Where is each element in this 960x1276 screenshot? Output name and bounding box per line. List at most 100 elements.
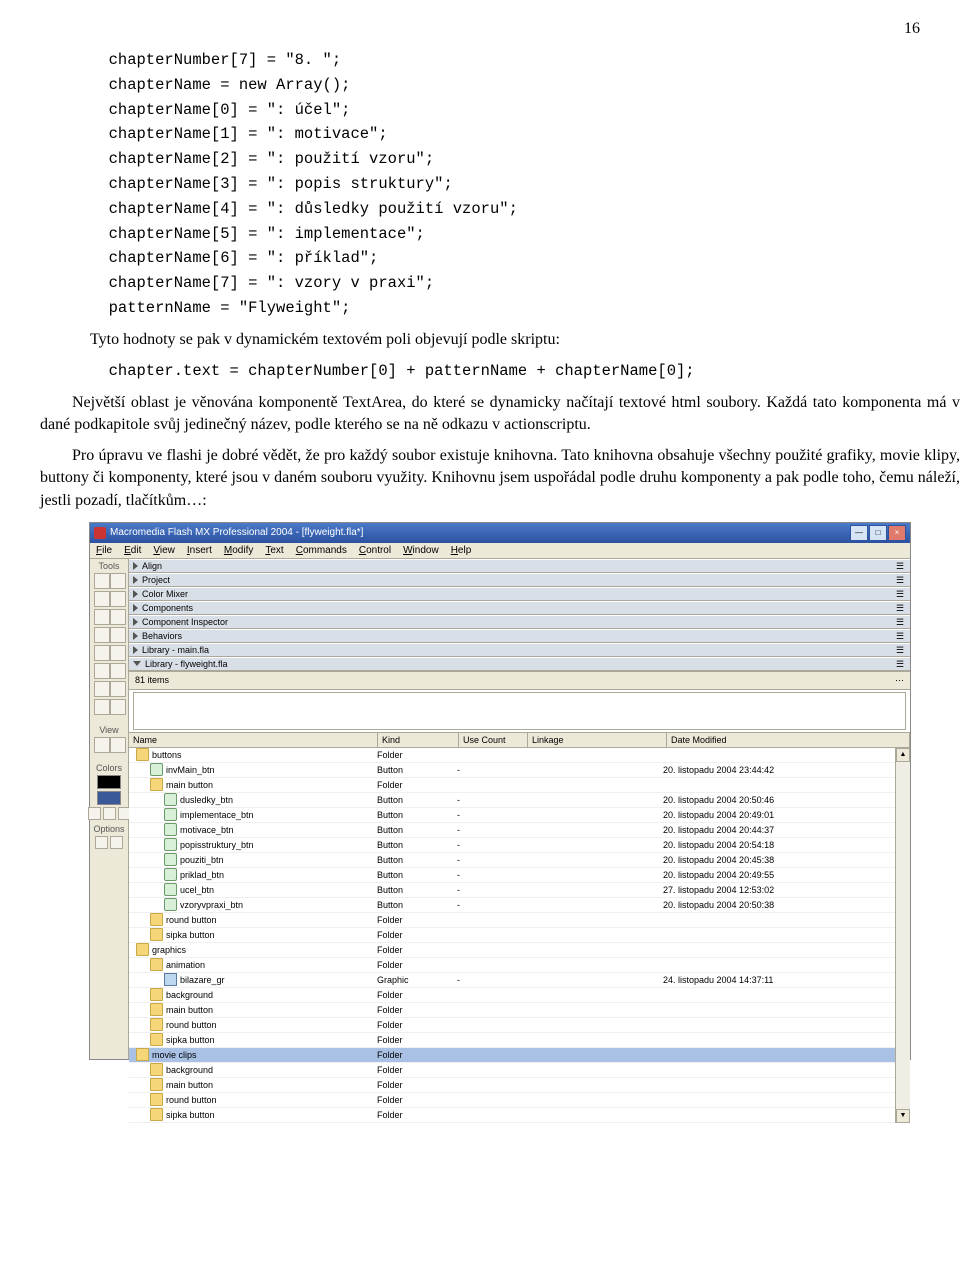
smooth-option[interactable] [110, 836, 123, 849]
paintbucket-tool[interactable] [110, 681, 126, 697]
color-opt-1[interactable] [88, 807, 101, 820]
col-use[interactable]: Use Count [459, 733, 528, 747]
panel-menu-icon[interactable]: ☰ [896, 645, 906, 655]
library-row[interactable]: ucel_btnButton-27. listopadu 2004 12:53:… [129, 883, 895, 898]
pencil-tool[interactable] [94, 645, 110, 661]
col-kind[interactable]: Kind [378, 733, 459, 747]
folder-icon [150, 1033, 163, 1046]
minimize-button[interactable]: — [850, 525, 868, 541]
options-label: Options [93, 824, 124, 834]
menu-control[interactable]: Control [359, 545, 391, 556]
library-row[interactable]: sipka buttonFolder [129, 1108, 895, 1123]
library-row[interactable]: main buttonFolder [129, 1003, 895, 1018]
library-row[interactable]: main buttonFolder [129, 1078, 895, 1093]
row-name: implementace_btn [180, 810, 254, 820]
panel-menu-icon[interactable]: ☰ [896, 561, 906, 571]
stroke-color[interactable] [97, 775, 121, 789]
panel-library-main-fla[interactable]: Library - main.fla☰ [129, 643, 910, 657]
pen-tool[interactable] [94, 609, 110, 625]
panel-component-inspector[interactable]: Component Inspector☰ [129, 615, 910, 629]
menu-commands[interactable]: Commands [296, 545, 347, 556]
zoom-tool[interactable] [110, 737, 126, 753]
subselect-tool[interactable] [110, 573, 126, 589]
panel-library-flyweight-fla[interactable]: Library - flyweight.fla☰ [129, 657, 910, 671]
menu-file[interactable]: File [96, 545, 112, 556]
library-row[interactable]: sipka buttonFolder [129, 928, 895, 943]
menubar: File Edit View Insert Modify Text Commands Cont… [90, 543, 910, 559]
row-name: main button [166, 1080, 213, 1090]
close-button[interactable]: × [888, 525, 906, 541]
panel-project[interactable]: Project☰ [129, 573, 910, 587]
library-row[interactable]: motivace_btnButton-20. listopadu 2004 20… [129, 823, 895, 838]
row-use: - [453, 885, 521, 895]
menu-view[interactable]: View [153, 545, 175, 556]
scroll-up-icon[interactable]: ▲ [896, 748, 910, 762]
row-name: round button [166, 915, 217, 925]
brush-tool[interactable] [110, 645, 126, 661]
library-options-icon[interactable]: ⋯ [895, 675, 904, 686]
library-row[interactable]: round buttonFolder [129, 1093, 895, 1108]
menu-window[interactable]: Window [403, 545, 439, 556]
disclosure-triangle-icon [133, 632, 138, 640]
library-row[interactable]: animationFolder [129, 958, 895, 973]
library-row[interactable]: round buttonFolder [129, 1018, 895, 1033]
library-row[interactable]: pouziti_btnButton-20. listopadu 2004 20:… [129, 853, 895, 868]
fill-color[interactable] [97, 791, 121, 805]
panel-menu-icon[interactable]: ☰ [896, 617, 906, 627]
menu-help[interactable]: Help [451, 545, 472, 556]
color-opt-2[interactable] [103, 807, 116, 820]
menu-modify[interactable]: Modify [224, 545, 253, 556]
panel-color-mixer[interactable]: Color Mixer☰ [129, 587, 910, 601]
menu-edit[interactable]: Edit [124, 545, 141, 556]
panel-menu-icon[interactable]: ☰ [896, 575, 906, 585]
oval-tool[interactable] [94, 627, 110, 643]
arrow-tool[interactable] [94, 573, 110, 589]
library-row[interactable]: movie clipsFolder [129, 1048, 895, 1063]
library-row[interactable]: dusledky_btnButton-20. listopadu 2004 20… [129, 793, 895, 808]
panel-menu-icon[interactable]: ☰ [896, 589, 906, 599]
library-table-header: Name Kind Use Count Linkage Date Modifie… [129, 732, 910, 748]
library-row[interactable]: backgroundFolder [129, 988, 895, 1003]
panel-align[interactable]: Align☰ [129, 559, 910, 573]
freetrans-tool[interactable] [94, 663, 110, 679]
filltrans-tool[interactable] [110, 663, 126, 679]
library-row[interactable]: buttonsFolder [129, 748, 895, 763]
row-date: 20. listopadu 2004 20:49:55 [659, 870, 895, 880]
screenshot-container: Macromedia Flash MX Professional 2004 - … [40, 522, 960, 1060]
row-date: 20. listopadu 2004 20:49:01 [659, 810, 895, 820]
col-link[interactable]: Linkage [528, 733, 667, 747]
panel-menu-icon[interactable]: ☰ [896, 603, 906, 613]
library-row[interactable]: round buttonFolder [129, 913, 895, 928]
panel-components[interactable]: Components☰ [129, 601, 910, 615]
panel-menu-icon[interactable]: ☰ [896, 659, 906, 669]
col-date[interactable]: Date Modified [667, 733, 910, 747]
library-row[interactable]: main buttonFolder [129, 778, 895, 793]
library-row[interactable]: bilazare_grGraphic-24. listopadu 2004 14… [129, 973, 895, 988]
library-row[interactable]: sipka buttonFolder [129, 1033, 895, 1048]
library-row[interactable]: implementace_btnButton-20. listopadu 200… [129, 808, 895, 823]
scroll-down-icon[interactable]: ▼ [896, 1109, 910, 1123]
inkbottle-tool[interactable] [94, 681, 110, 697]
col-name[interactable]: Name [129, 733, 378, 747]
library-row[interactable]: priklad_btnButton-20. listopadu 2004 20:… [129, 868, 895, 883]
library-row[interactable]: invMain_btnButton-20. listopadu 2004 23:… [129, 763, 895, 778]
rect-tool[interactable] [110, 627, 126, 643]
lasso-tool[interactable] [110, 591, 126, 607]
eraser-tool[interactable] [110, 699, 126, 715]
hand-tool[interactable] [94, 737, 110, 753]
library-row[interactable]: popisstruktury_btnButton-20. listopadu 2… [129, 838, 895, 853]
maximize-button[interactable]: □ [869, 525, 887, 541]
panel-behaviors[interactable]: Behaviors☰ [129, 629, 910, 643]
eyedropper-tool[interactable] [94, 699, 110, 715]
snap-option[interactable] [95, 836, 108, 849]
menu-insert[interactable]: Insert [187, 545, 212, 556]
library-row[interactable]: graphicsFolder [129, 943, 895, 958]
line-tool[interactable] [94, 591, 110, 607]
library-row[interactable]: vzoryvpraxi_btnButton-20. listopadu 2004… [129, 898, 895, 913]
scrollbar[interactable]: ▲ ▼ [895, 748, 910, 1123]
panel-menu-icon[interactable]: ☰ [896, 631, 906, 641]
library-row[interactable]: backgroundFolder [129, 1063, 895, 1078]
text-tool[interactable] [110, 609, 126, 625]
row-kind: Button [373, 825, 453, 835]
menu-text[interactable]: Text [265, 545, 283, 556]
